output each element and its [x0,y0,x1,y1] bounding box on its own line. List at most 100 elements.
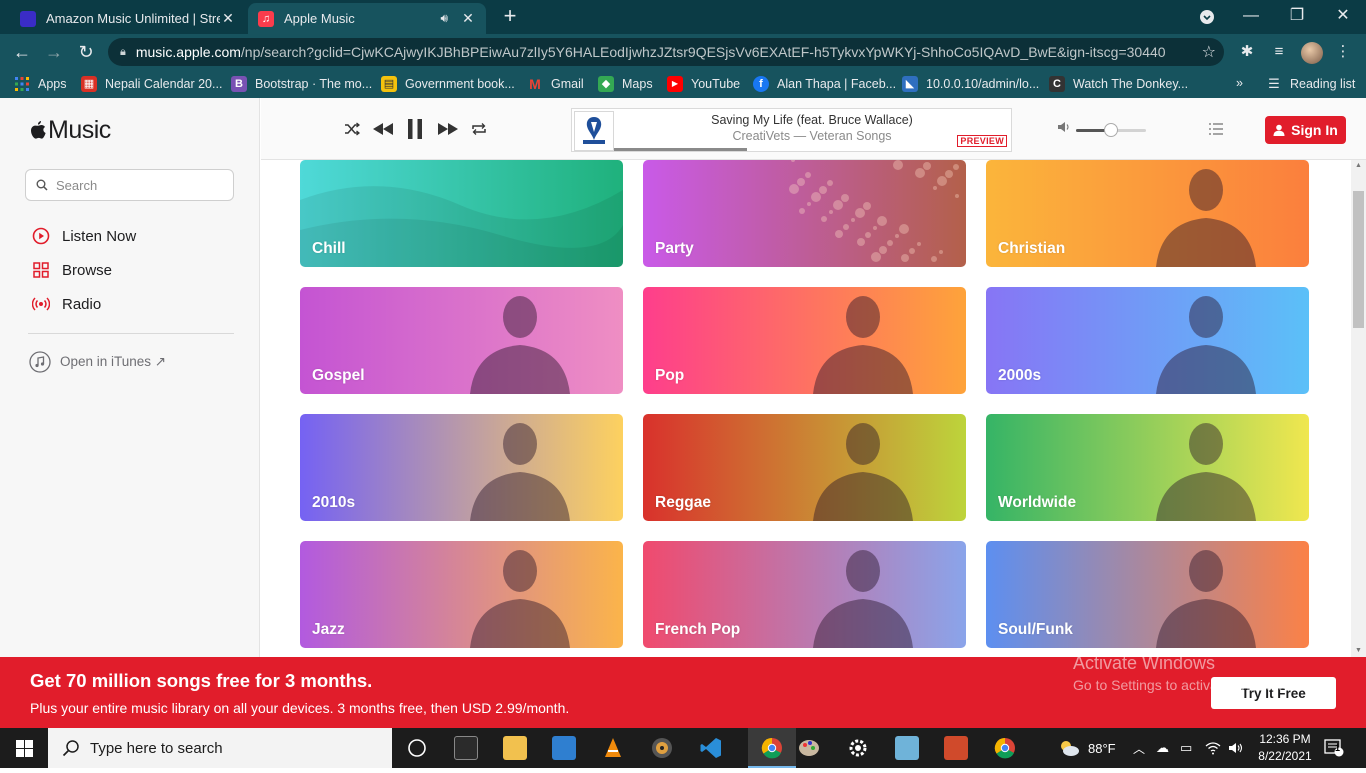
browser-menu-icon[interactable]: ⋮ [1334,43,1352,61]
battery-icon[interactable]: ▭ [1180,728,1192,768]
powerpoint-icon[interactable] [944,736,968,760]
genre-card-soul-funk[interactable]: Soul/Funk [986,541,1309,648]
chrome-taskbar-active[interactable] [748,728,796,768]
genre-card-gospel[interactable]: Gospel [300,287,623,394]
profile-avatar[interactable] [1301,42,1323,64]
file-explorer-icon[interactable] [503,736,527,760]
tab-search-chevron-icon[interactable] [1184,0,1230,34]
search-input[interactable] [56,177,226,193]
bookmark-maps[interactable]: ◆ Maps [598,76,653,92]
genre-card-pop[interactable]: Pop [643,287,966,394]
genre-card-chill[interactable]: Chill [300,160,623,267]
close-window-icon[interactable]: ✕ [1320,0,1366,34]
bookmark-label: Alan Thapa | Faceb... [777,77,897,91]
close-tab-icon[interactable]: ✕ [460,10,476,27]
taskbar-search-box[interactable]: Type here to search [48,728,392,768]
tab-amazon-music[interactable]: Amazon Music Unlimited | Stream ✕ [10,3,246,34]
apple-music-logo[interactable]: Music [30,116,111,145]
scroll-up-arrow-icon[interactable]: ▲ [1351,160,1366,172]
disc-app-icon[interactable] [650,736,674,760]
speaker-volume-icon[interactable] [1228,728,1244,768]
clock-date: 8/22/2021 [1258,749,1312,763]
vscode-icon[interactable] [699,736,723,760]
back-arrow-icon[interactable]: ← [10,40,34,64]
preview-badge: PREVIEW [957,135,1007,147]
bookmark-nepali-calendar[interactable]: ▦ Nepali Calendar 20... [81,76,222,92]
fast-forward-icon[interactable] [437,122,459,136]
forward-arrow-icon[interactable]: → [42,40,66,64]
sidebar-item-browse[interactable]: Browse [32,261,112,279]
task-view-icon[interactable] [405,736,429,760]
start-button[interactable] [0,728,48,768]
bookmark-router-admin[interactable]: ◣ 10.0.0.10/admin/lo... [902,76,1039,92]
more-bookmarks-chevron[interactable]: » [1236,76,1243,90]
tab-audio-speaker-icon[interactable]: 🔊︎ [440,11,448,26]
genre-card-party[interactable]: Party [643,160,966,267]
media-player-icon[interactable] [552,736,576,760]
pause-icon[interactable] [406,118,424,140]
minimize-window-icon[interactable]: — [1228,0,1274,34]
scrollbar-thumb[interactable] [1353,191,1364,328]
notes-app-icon[interactable] [895,736,919,760]
volume-knob[interactable] [1104,123,1118,137]
new-tab-plus-icon[interactable]: + [498,4,522,28]
sidebar-item-listen-now[interactable]: Listen Now [32,227,136,245]
bookmark-facebook[interactable]: f Alan Thapa | Faceb... [753,76,896,92]
reload-icon[interactable]: ↻ [74,40,98,64]
bootstrap-icon: B [231,76,247,92]
reading-list-button[interactable]: ☰ Reading list [1266,76,1355,92]
system-clock[interactable]: 12:36 PM 8/22/2021 [1255,731,1315,765]
windows-logo-icon [15,739,33,757]
bookmark-watch-donkey[interactable]: C Watch The Donkey... [1049,76,1188,92]
weather-widget[interactable]: 88°F [1058,728,1116,768]
media-queue-icon[interactable]: ≡ [1270,43,1288,61]
sidebar-item-radio[interactable]: Radio [32,295,101,313]
close-tab-icon[interactable]: ✕ [220,10,236,27]
tab-apple-music[interactable]: ♫ Apple Music 🔊︎ ✕ [248,3,486,34]
bookmark-government-book[interactable]: ▤ Government book... [381,76,515,92]
page-scrollbar[interactable]: ▲ ▼ [1351,160,1366,657]
song-progress-bar[interactable] [614,148,747,151]
bookmark-star-icon[interactable]: ☆ [1202,42,1216,62]
onedrive-cloud-icon[interactable]: ☁ [1156,728,1169,768]
genre-artwork-image [813,296,913,394]
search-field[interactable] [25,169,234,201]
bookmark-apps[interactable]: Apps [14,76,67,92]
vlc-icon[interactable] [601,736,625,760]
terminal-app-icon[interactable] [454,736,478,760]
bookmark-bootstrap[interactable]: B Bootstrap · The mo... [231,76,372,92]
taskbar-search-placeholder: Type here to search [90,739,223,757]
play-circle-icon [32,227,50,245]
maximize-window-icon[interactable]: ❐ [1274,0,1320,34]
bookmark-label: Watch The Donkey... [1073,77,1189,91]
genre-artwork-image [470,296,570,394]
repeat-icon[interactable] [471,122,487,136]
shuffle-icon[interactable] [344,122,360,136]
notification-center-icon[interactable]: 1 [1324,728,1344,768]
bookmark-youtube[interactable]: ▶ YouTube [667,76,740,92]
lock-icon: 🔒︎ [120,45,126,58]
bookmark-label: Apps [38,77,67,91]
genre-card-christian[interactable]: Christian [986,160,1309,267]
extensions-puzzle-icon[interactable]: ✱ [1238,43,1256,61]
up-next-list-icon[interactable] [1209,122,1223,136]
settings-gear-icon[interactable] [846,736,870,760]
genre-card-french-pop[interactable]: French Pop [643,541,966,648]
wifi-icon[interactable] [1205,728,1221,768]
address-bar[interactable]: 🔒︎ music.apple.com/np/search?gclid=CjwKC… [108,38,1224,66]
genre-card-2000s[interactable]: 2000s [986,287,1309,394]
open-in-itunes-link[interactable]: Open in iTunes ↗ [29,351,166,373]
genre-card-jazz[interactable]: Jazz [300,541,623,648]
sign-in-button[interactable]: Sign In [1265,116,1346,144]
scroll-down-arrow-icon[interactable]: ▼ [1351,645,1366,657]
rewind-icon[interactable] [372,122,394,136]
genre-card-2010s[interactable]: 2010s [300,414,623,521]
chrome-second-icon[interactable] [993,736,1017,760]
browser-toolbar: ← → ↻ 🔒︎ music.apple.com/np/search?gclid… [0,34,1366,70]
now-playing-lcd[interactable]: Saving My Life (feat. Bruce Wallace) Cre… [571,108,1012,152]
paint-app-icon[interactable] [797,736,821,760]
show-hidden-icons-chevron-icon[interactable]: ︿ [1133,728,1145,768]
bookmark-gmail[interactable]: M Gmail [527,76,584,92]
genre-card-reggae[interactable]: Reggae [643,414,966,521]
genre-card-worldwide[interactable]: Worldwide [986,414,1309,521]
